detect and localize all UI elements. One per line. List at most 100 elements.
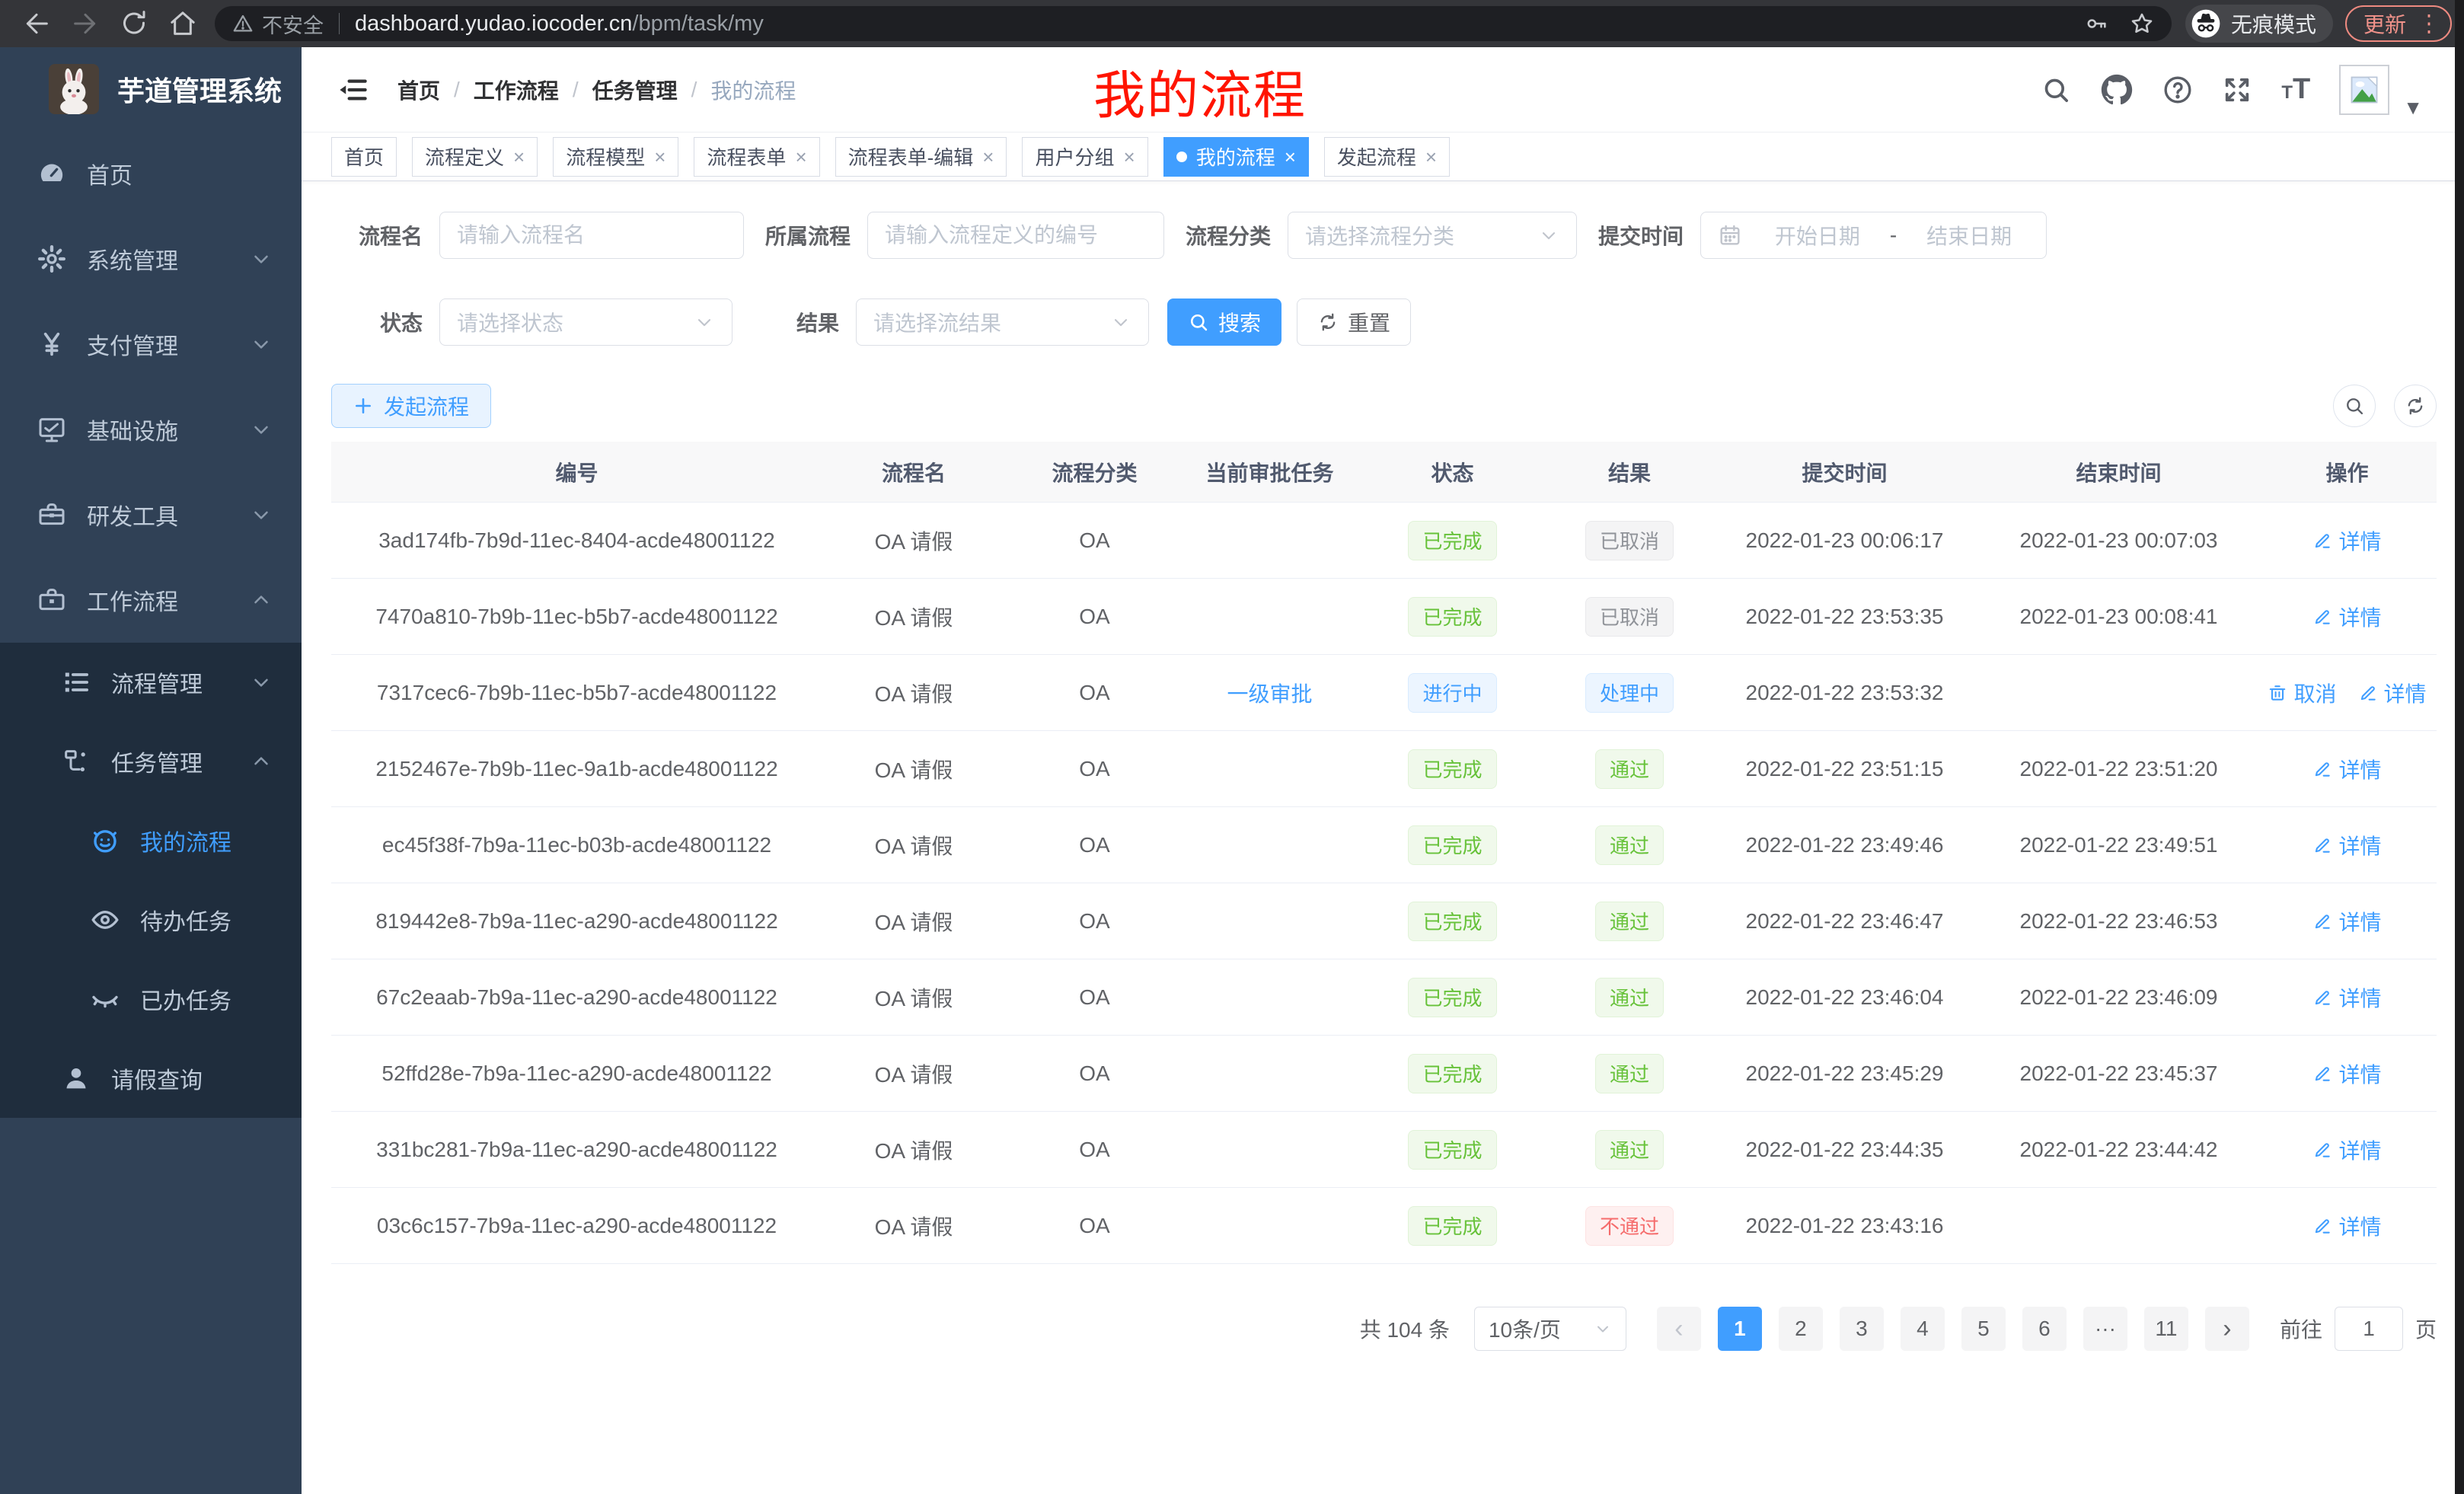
next-page-button[interactable]: › <box>2205 1307 2249 1351</box>
fullscreen-icon[interactable] <box>2222 75 2252 105</box>
sidebar-collapse-icon[interactable] <box>337 74 369 106</box>
process-name-input[interactable] <box>439 212 744 259</box>
window-scrollbar[interactable] <box>2455 0 2464 1494</box>
address-bar[interactable]: 不安全 dashboard.yudao.iocoder.cn/bpm/task/… <box>215 6 2172 41</box>
tab-close-icon[interactable]: × <box>1124 147 1135 167</box>
tab-close-icon[interactable]: × <box>982 147 994 167</box>
page-button-11[interactable]: 11 <box>2144 1307 2188 1351</box>
sidebar-item-task-mgmt[interactable]: 任务管理 <box>0 722 302 801</box>
sidebar-item-workflow[interactable]: 工作流程 <box>0 557 302 643</box>
cell-category: OA <box>1005 579 1184 654</box>
detail-action-link[interactable]: 详情 <box>2358 678 2427 708</box>
process-definition-input-field[interactable] <box>885 223 1147 247</box>
breadcrumb-item[interactable]: 任务管理 <box>592 75 678 105</box>
tab-close-icon[interactable]: × <box>513 147 525 167</box>
tab-close-icon[interactable]: × <box>1285 147 1296 167</box>
tab-user-group[interactable]: 用户分组× <box>1022 137 1147 177</box>
sidebar-item-my-process[interactable]: 我的流程 <box>0 801 302 880</box>
browser-menu-kebab-icon[interactable]: ⋮ <box>2418 12 2440 36</box>
tab-process-model[interactable]: 流程模型× <box>553 137 678 177</box>
tab-close-icon[interactable]: × <box>1425 147 1437 167</box>
tab-home[interactable]: 首页 <box>331 137 397 177</box>
sidebar-item-payment[interactable]: 支付管理 <box>0 302 302 387</box>
sidebar-item-leave-query[interactable]: 请假查询 <box>0 1039 302 1118</box>
face-icon <box>90 825 120 856</box>
app-logo-row[interactable]: 芋道管理系统 <box>0 47 302 131</box>
page-button-3[interactable]: 3 <box>1840 1307 1884 1351</box>
sidebar-item-system[interactable]: 系统管理 <box>0 216 302 302</box>
sidebar-item-devtools[interactable]: 研发工具 <box>0 472 302 557</box>
browser-home-icon[interactable] <box>168 8 198 39</box>
tab-label: 发起流程 <box>1337 142 1416 171</box>
cell-category: OA <box>1005 503 1184 578</box>
github-icon[interactable] <box>2100 73 2134 107</box>
detail-action-link[interactable]: 详情 <box>2312 1211 2381 1241</box>
detail-action-link[interactable]: 详情 <box>2312 830 2381 860</box>
browser-update-button[interactable]: 更新 ⋮ <box>2345 5 2452 42</box>
tab-process-form[interactable]: 流程表单 × <box>694 137 819 177</box>
reset-button[interactable]: 重置 <box>1297 298 1411 346</box>
tab-start-process[interactable]: 发起流程 × <box>1324 137 1450 177</box>
refresh-table-button[interactable] <box>2394 385 2437 427</box>
process-category-select[interactable]: 请选择流程分类 <box>1288 212 1577 259</box>
detail-action-link[interactable]: 详情 <box>2312 1058 2381 1089</box>
status-tag: 已完成 <box>1408 825 1496 865</box>
help-question-icon[interactable] <box>2162 75 2193 105</box>
detail-action-link[interactable]: 详情 <box>2312 602 2381 632</box>
browser-back-icon[interactable] <box>21 8 52 39</box>
search-button[interactable]: 搜索 <box>1167 298 1281 346</box>
current-task-link[interactable]: 一级审批 <box>1227 678 1312 708</box>
sidebar-item-infra[interactable]: 基础设施 <box>0 387 302 472</box>
result-tag: 已取消 <box>1585 521 1674 560</box>
detail-action-link[interactable]: 详情 <box>2312 525 2381 556</box>
browser-reload-icon[interactable] <box>119 8 149 39</box>
submit-time-range-picker[interactable]: 开始日期 - 结束日期 <box>1700 212 2047 259</box>
cell-result: 已取消 <box>1550 503 1709 578</box>
password-key-icon[interactable] <box>2083 11 2109 37</box>
pagination: 共 104 条10条/页‹123456···11›前往页 <box>331 1307 2437 1351</box>
status-tag: 已完成 <box>1408 1130 1496 1170</box>
page-button-5[interactable]: 5 <box>1961 1307 2006 1351</box>
sidebar-item-done-tasks[interactable]: 已办任务 <box>0 959 302 1039</box>
tab-process-definition[interactable]: 流程定义× <box>412 137 538 177</box>
cancel-action-link[interactable]: 取消 <box>2268 678 2336 708</box>
result-select[interactable]: 请选择流结果 <box>856 298 1149 346</box>
start-process-button[interactable]: 发起流程 <box>331 384 491 428</box>
breadcrumb: 首页/工作流程/任务管理/我的流程 <box>397 75 796 105</box>
goto-page-input[interactable] <box>2335 1307 2403 1351</box>
avatar[interactable] <box>2339 65 2389 115</box>
tab-process-form-edit[interactable]: 流程表单-编辑× <box>835 137 1007 177</box>
tab-close-icon[interactable]: × <box>795 147 806 167</box>
tab-label: 流程表单 <box>707 142 786 171</box>
page-ellipsis[interactable]: ··· <box>2083 1307 2127 1351</box>
browser-forward-icon[interactable] <box>70 8 101 39</box>
page-button-6[interactable]: 6 <box>2022 1307 2067 1351</box>
detail-action-link[interactable]: 详情 <box>2312 906 2381 937</box>
tab-close-icon[interactable]: × <box>654 147 665 167</box>
detail-action-link[interactable]: 详情 <box>2312 982 2381 1013</box>
page-button-4[interactable]: 4 <box>1901 1307 1945 1351</box>
page-button-2[interactable]: 2 <box>1779 1307 1823 1351</box>
sidebar-item-process-mgmt[interactable]: 流程管理 <box>0 643 302 722</box>
toggle-search-button[interactable] <box>2333 385 2376 427</box>
search-icon[interactable] <box>2041 75 2071 105</box>
bookmark-star-icon[interactable] <box>2129 11 2155 37</box>
breadcrumb-item[interactable]: 首页 <box>397 75 440 105</box>
page-button-1[interactable]: 1 <box>1718 1307 1762 1351</box>
status-select[interactable]: 请选择状态 <box>439 298 732 346</box>
table-row: 331bc281-7b9a-11ec-a290-acde48001122OA 请… <box>331 1112 2437 1188</box>
dashboard-icon <box>37 158 67 189</box>
detail-action-link[interactable]: 详情 <box>2312 1135 2381 1165</box>
sidebar-item-home[interactable]: 首页 <box>0 131 302 216</box>
tab-my-process[interactable]: 我的流程× <box>1163 137 1309 177</box>
detail-action-link[interactable]: 详情 <box>2312 754 2381 784</box>
page-size-select[interactable]: 10条/页 <box>1474 1307 1626 1351</box>
cell-result: 已取消 <box>1550 579 1709 654</box>
breadcrumb-item[interactable]: 工作流程 <box>474 75 559 105</box>
prev-page-button[interactable]: ‹ <box>1657 1307 1701 1351</box>
process-definition-input[interactable] <box>867 212 1164 259</box>
sidebar-item-todo-tasks[interactable]: 待办任务 <box>0 880 302 959</box>
font-size-icon[interactable]: TT <box>2281 73 2310 106</box>
process-name-input-field[interactable] <box>457 223 726 247</box>
avatar-caret-down-icon[interactable]: ▼ <box>2403 96 2423 132</box>
